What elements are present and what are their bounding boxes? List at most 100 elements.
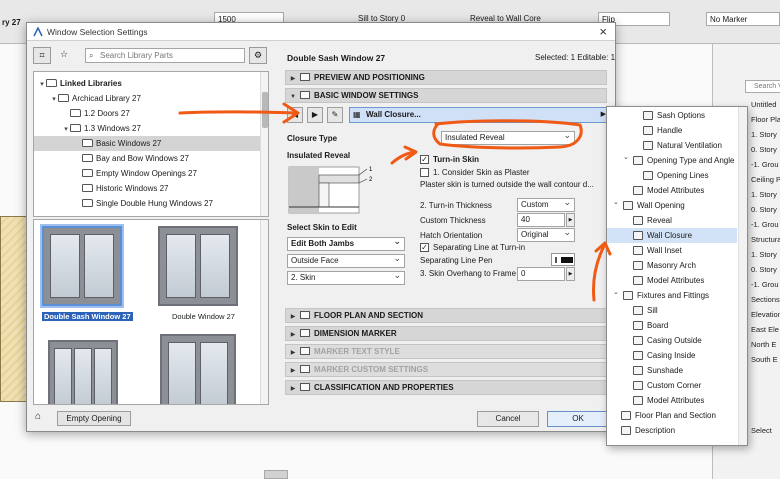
empty-opening-icon: ⌂ (35, 411, 42, 422)
navigator-item[interactable]: South E (751, 355, 778, 364)
navigator-item[interactable]: -1. Grou (751, 160, 779, 169)
chevron-down-icon[interactable]: ⌄ (613, 285, 619, 300)
navigator-item[interactable]: Untitled (751, 100, 776, 109)
navigator-item[interactable]: 0. Story (751, 205, 777, 214)
menu-item[interactable]: Masonry Arch (607, 258, 737, 273)
tree-item[interactable]: Historic Windows 27 (34, 181, 262, 196)
navigator-item[interactable]: Floor Pla (751, 115, 780, 124)
tree-item[interactable]: 1.2 Doors 27 (34, 106, 262, 121)
chevron-down-icon[interactable]: ⌄ (623, 150, 629, 165)
closure-type-dropdown[interactable]: Insulated Reveal (441, 131, 575, 145)
menu-item[interactable]: ⌄ Fixtures and Fittings (607, 288, 737, 303)
menu-item[interactable]: Custom Corner (607, 378, 737, 393)
custom-thickness-stepper[interactable]: ▶ (566, 213, 575, 227)
menu-item[interactable]: Model Attributes (607, 273, 737, 288)
section-preview-positioning[interactable]: ▶ PREVIEW AND POSITIONING (285, 70, 607, 85)
menu-item[interactable]: Model Attributes (607, 183, 737, 198)
menu-item[interactable]: Opening Lines (607, 168, 737, 183)
tree-item[interactable]: Empty Window Openings 27 (34, 166, 262, 181)
menu-item[interactable]: Reveal (607, 213, 737, 228)
consider-skin-checkbox[interactable] (420, 168, 429, 177)
custom-thickness-input[interactable]: 40 (517, 213, 565, 227)
separating-line-checkbox[interactable]: ✓ (420, 243, 429, 252)
marker-dropdown[interactable]: No Marker (706, 12, 780, 26)
turn-in-skin-checkbox[interactable]: ✓ (420, 155, 429, 164)
next-page-icon[interactable]: ▶ (307, 107, 323, 123)
navigator-item[interactable]: Elevations (751, 310, 780, 319)
navigator-item[interactable]: North E (751, 340, 776, 349)
tree-item[interactable]: Bay and Bow Windows 27 (34, 151, 262, 166)
tree-item[interactable]: Single Double Hung Windows 27 (34, 196, 262, 211)
story-tab[interactable]: ry 27 (0, 16, 26, 30)
menu-scrollbar[interactable] (738, 107, 747, 445)
skin-face-dropdown[interactable]: Outside Face (287, 254, 405, 268)
navigator-item[interactable]: Ceiling Pla (751, 175, 780, 184)
menu-item[interactable]: Floor Plan and Section (607, 408, 737, 423)
tree-scroll-thumb[interactable] (262, 92, 268, 128)
skin-jambs-dropdown[interactable]: Edit Both Jambs (287, 237, 405, 251)
menu-item[interactable]: Wall Inset (607, 243, 737, 258)
menu-item[interactable]: Sash Options (607, 108, 737, 123)
tree-scrollbar[interactable] (260, 72, 268, 216)
library-browser-icon[interactable]: ⌗ (33, 47, 51, 64)
menu-item-label: Wall Opening (637, 201, 685, 210)
section-basic-window-settings[interactable]: ▼ BASIC WINDOW SETTINGS (285, 88, 607, 103)
menu-item[interactable]: Casing Inside (607, 348, 737, 363)
prev-page-icon[interactable]: ◀ (287, 107, 303, 123)
library-search-input[interactable]: ⌕ Search Library Parts (85, 48, 245, 63)
select-skin-label: Select Skin to Edit (287, 223, 357, 232)
page-icon (633, 186, 643, 195)
library-settings-gear-icon[interactable]: ⚙ (249, 47, 267, 64)
favorites-star-icon[interactable]: ☆ (55, 47, 73, 64)
menu-item[interactable]: ⌄ Opening Type and Angle (607, 153, 737, 168)
tree-caret-icon[interactable]: ▾ (50, 92, 58, 107)
navigator-item[interactable]: -1. Grou (751, 280, 779, 289)
cancel-button[interactable]: Cancel (477, 411, 539, 427)
favorite-page-icon[interactable]: ✎ (327, 107, 343, 123)
navigator-item[interactable]: East Ele (751, 325, 779, 334)
navigator-search[interactable]: Search View Ma (745, 80, 780, 93)
navigator-item[interactable]: 1. Story (751, 250, 777, 259)
pen-picker[interactable] (551, 253, 575, 266)
tree-item[interactable]: Basic Windows 27 (34, 136, 262, 151)
menu-item-label: Handle (657, 126, 683, 135)
navigator-item[interactable]: -1. Grou (751, 220, 779, 229)
menu-item[interactable]: ⌄ Wall Opening (607, 198, 737, 213)
menu-item[interactable]: Casing Outside (607, 333, 737, 348)
navigator-item[interactable]: 1. Story (751, 190, 777, 199)
thumbnails-scrollbar[interactable] (260, 220, 268, 404)
page-select[interactable]: ▦ Wall Closure... ▶ (349, 107, 609, 123)
empty-opening-button[interactable]: Empty Opening (57, 411, 131, 426)
section-classification[interactable]: ▶ CLASSIFICATION AND PROPERTIES (285, 380, 607, 395)
turn-in-thickness-dropdown[interactable]: Custom (517, 198, 575, 212)
section-floor-plan[interactable]: ▶ FLOOR PLAN AND SECTION (285, 308, 607, 323)
overhang-input[interactable]: 0 (517, 267, 565, 281)
overhang-stepper[interactable]: ▶ (566, 267, 575, 281)
chevron-down-icon[interactable]: ⌄ (613, 195, 619, 210)
navigator-item[interactable]: Sections (751, 295, 780, 304)
menu-item[interactable]: Board (607, 318, 737, 333)
skin-number-dropdown[interactable]: 2. Skin (287, 271, 405, 285)
tree-caret-icon[interactable]: ▾ (38, 77, 46, 92)
ok-button[interactable]: OK (547, 411, 609, 427)
section-dimension-marker[interactable]: ▶ DIMENSION MARKER (285, 326, 607, 341)
menu-item-label: Floor Plan and Section (635, 411, 716, 420)
menu-item-label: Masonry Arch (647, 261, 696, 270)
tree-item[interactable]: ▾ Linked Libraries (34, 76, 262, 91)
tree-caret-icon[interactable]: ▾ (62, 122, 70, 137)
menu-item[interactable]: Wall Closure (607, 228, 737, 243)
hatch-orientation-dropdown[interactable]: Original (517, 228, 575, 242)
navigator-item[interactable]: Structural (751, 235, 780, 244)
navigator-item[interactable]: 1. Story (751, 130, 777, 139)
menu-item[interactable]: Model Attributes (607, 393, 737, 408)
tree-item[interactable]: ▾ 1.3 Windows 27 (34, 121, 262, 136)
menu-item[interactable]: Description (607, 423, 737, 438)
page-icon (633, 381, 643, 390)
menu-item[interactable]: Sill (607, 303, 737, 318)
navigator-item[interactable]: 0. Story (751, 265, 777, 274)
tree-item[interactable]: ▾ Archicad Library 27 (34, 91, 262, 106)
close-icon[interactable]: × (599, 24, 607, 39)
menu-item[interactable]: Handle (607, 123, 737, 138)
navigator-item[interactable]: 0. Story (751, 145, 777, 154)
menu-item[interactable]: Sunshade (607, 363, 737, 378)
